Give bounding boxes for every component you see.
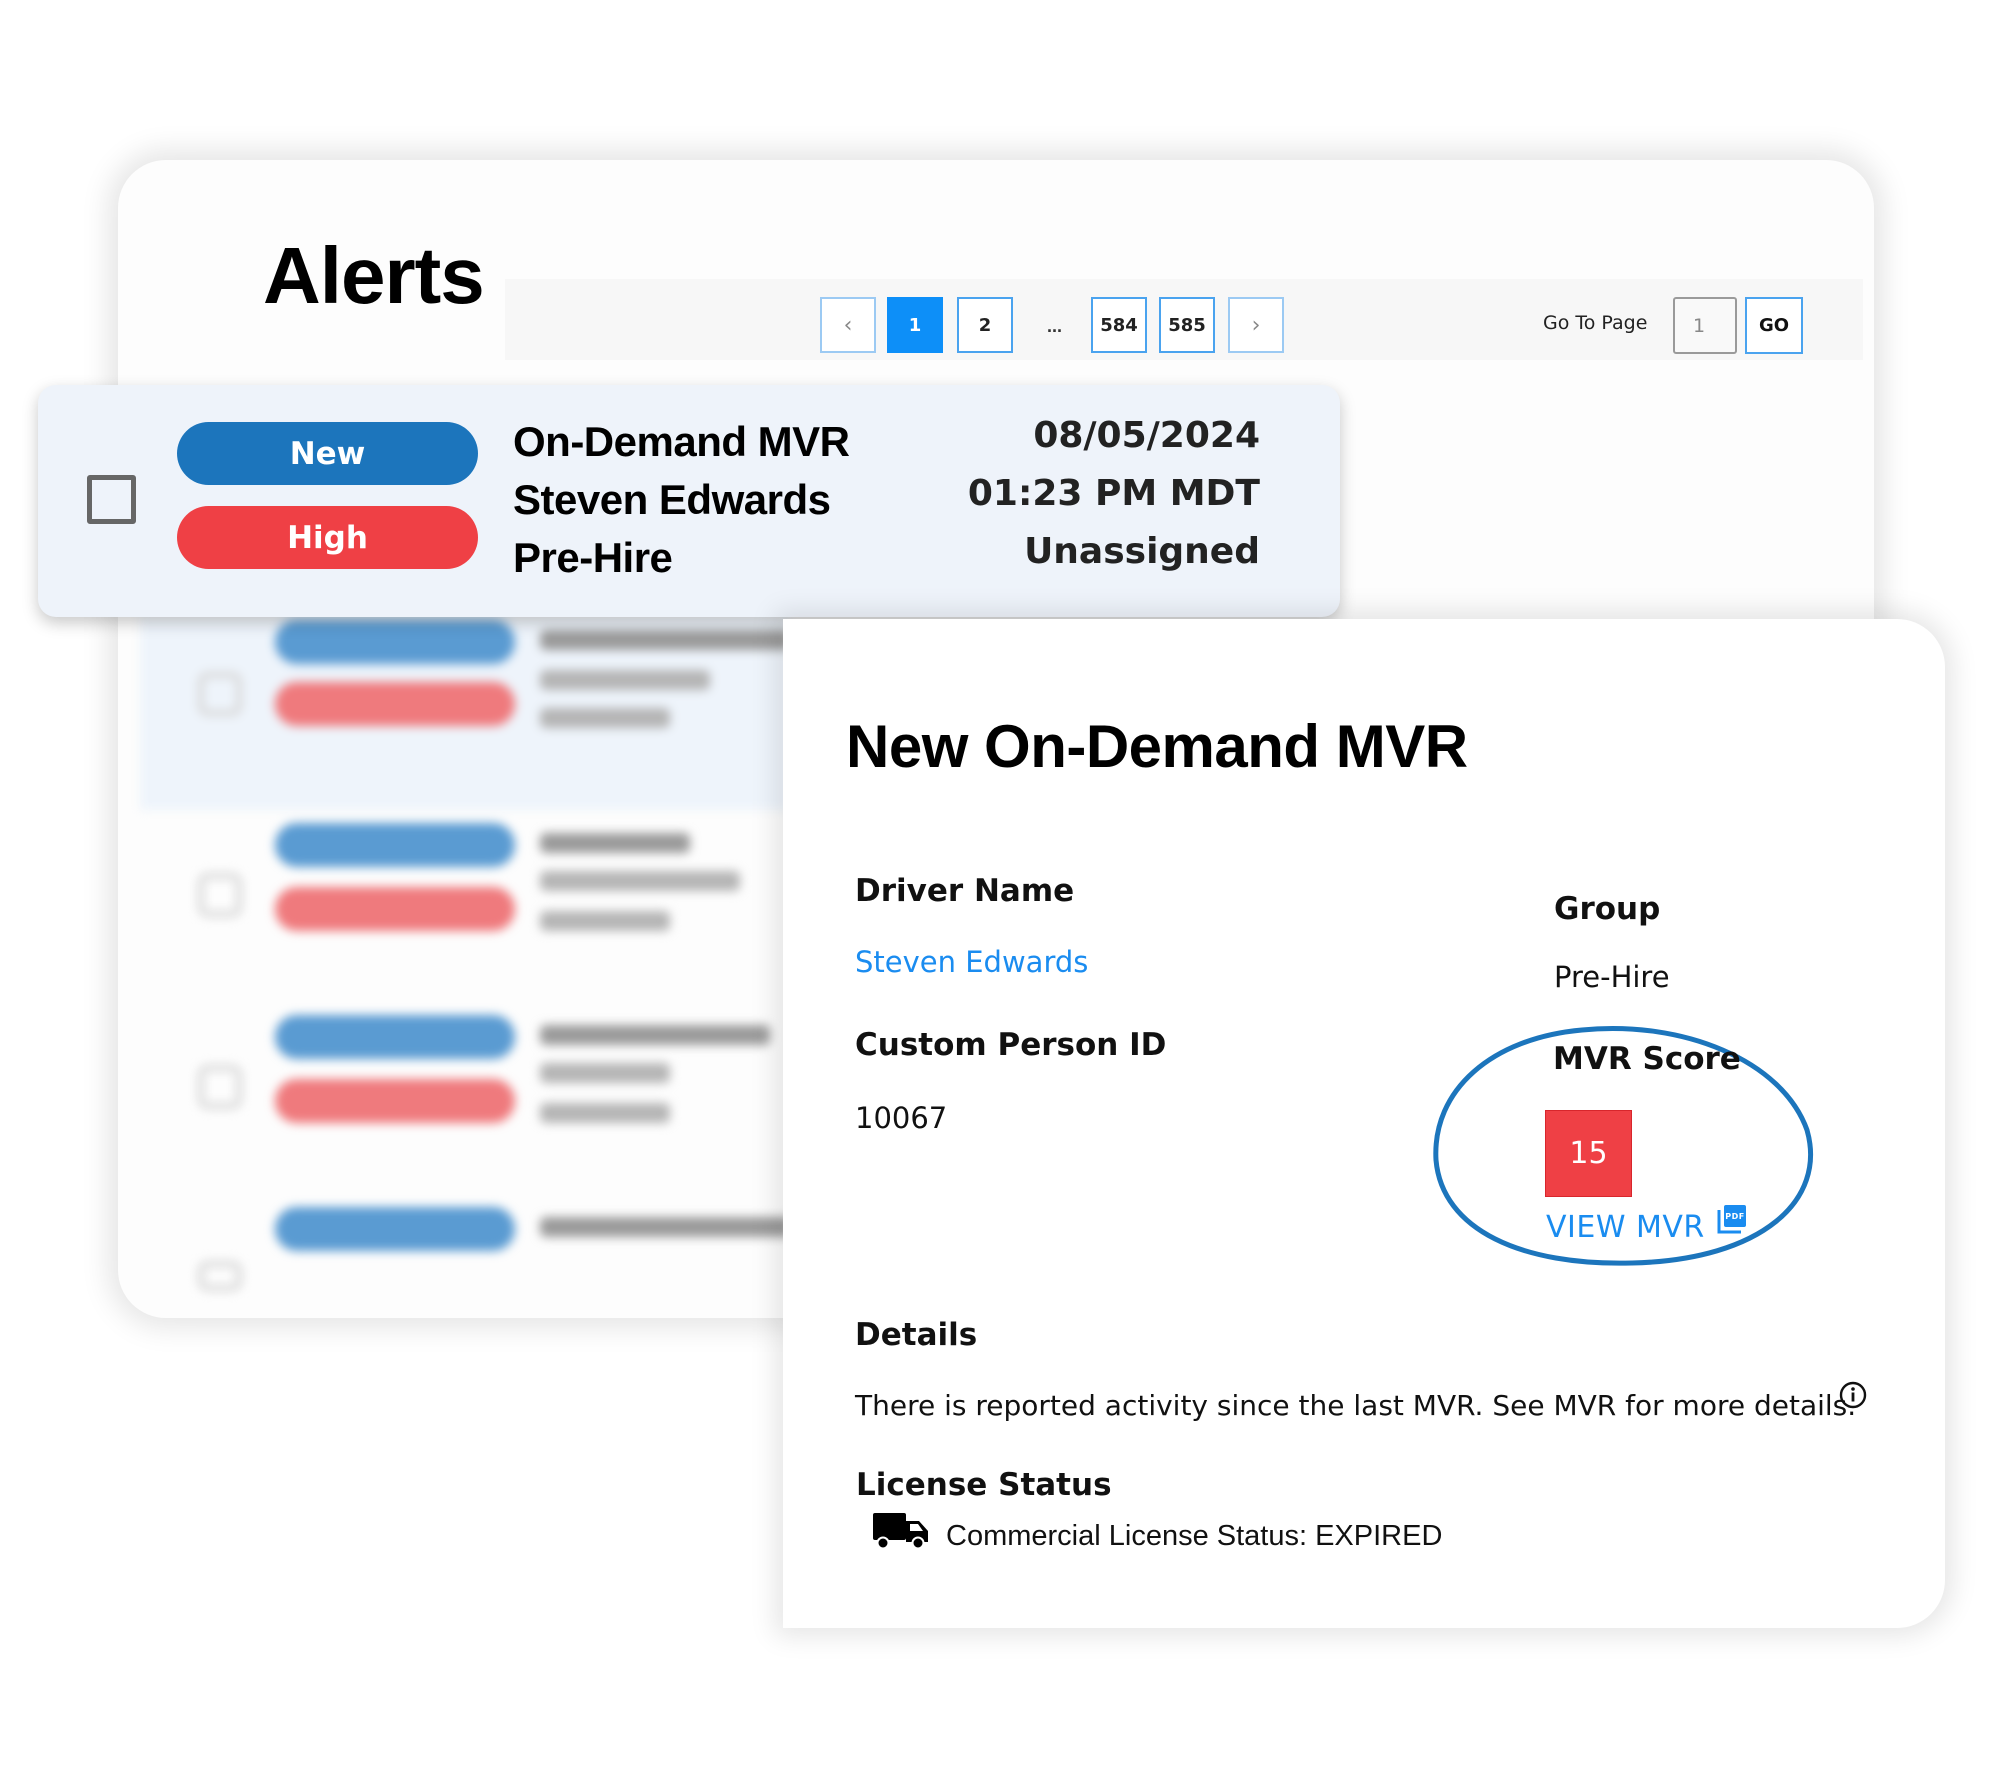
license-status-text: Commercial License Status: EXPIRED <box>946 1520 1443 1552</box>
text-line <box>540 1217 790 1237</box>
alert-time: 01:23 PM MDT <box>967 473 1260 514</box>
view-mvr-link[interactable]: VIEW MVR PDF <box>1546 1205 1747 1245</box>
checkbox[interactable] <box>198 1261 242 1291</box>
list-item[interactable] <box>140 1007 790 1207</box>
info-icon[interactable] <box>1839 1381 1867 1409</box>
status-badge <box>275 823 515 867</box>
view-mvr-label: VIEW MVR <box>1546 1210 1705 1245</box>
pdf-icon: PDF <box>1717 1205 1746 1234</box>
priority-badge <box>275 887 515 931</box>
group-value: Pre-Hire <box>1554 960 1670 994</box>
status-badge: New <box>177 422 478 485</box>
page-button-585[interactable]: 585 <box>1159 297 1215 353</box>
priority-badge <box>275 682 515 726</box>
text-line <box>540 911 670 931</box>
checkbox[interactable] <box>198 672 242 716</box>
license-status-label: License Status <box>856 1467 1112 1503</box>
mvr-score-badge: 15 <box>1545 1110 1632 1197</box>
text-line <box>540 670 710 690</box>
go-to-page-input[interactable] <box>1673 297 1737 354</box>
status-badge <box>275 620 515 664</box>
alert-date: 08/05/2024 <box>1033 415 1260 456</box>
text-line <box>540 1025 770 1045</box>
list-item[interactable] <box>140 615 790 810</box>
text-line <box>540 708 670 728</box>
row-checkbox[interactable] <box>87 475 136 524</box>
pdf-icon-label: PDF <box>1725 1212 1744 1221</box>
chevron-right-icon: › <box>1251 312 1261 338</box>
text-line <box>540 1103 670 1123</box>
checkbox[interactable] <box>198 1065 242 1109</box>
list-item[interactable] <box>140 1199 790 1315</box>
list-item[interactable] <box>140 815 790 1015</box>
details-label: Details <box>855 1317 978 1353</box>
priority-badge <box>275 1079 515 1123</box>
alert-assignee: Unassigned <box>1024 531 1260 572</box>
group-label: Group <box>1554 891 1661 927</box>
text-line <box>540 630 790 650</box>
driver-name-label: Driver Name <box>855 873 1075 909</box>
text-line <box>540 1063 670 1083</box>
alert-type: On-Demand MVR <box>513 418 850 465</box>
alert-driver: Steven Edwards <box>513 476 831 523</box>
page-button-1[interactable]: 1 <box>887 297 943 353</box>
chevron-left-icon: ‹ <box>843 312 853 338</box>
status-badge <box>275 1015 515 1059</box>
go-to-page-label: Go To Page <box>1543 312 1648 334</box>
prev-page-button[interactable]: ‹ <box>820 297 876 353</box>
page-title: Alerts <box>263 231 485 320</box>
go-button[interactable]: GO <box>1745 297 1803 354</box>
detail-title: New On-Demand MVR <box>846 713 1468 780</box>
next-page-button[interactable]: › <box>1228 297 1284 353</box>
alert-group: Pre-Hire <box>513 534 673 581</box>
status-badge <box>275 1207 515 1251</box>
blurred-alert-list <box>140 615 790 1315</box>
page-button-2[interactable]: 2 <box>957 297 1013 353</box>
priority-badge: High <box>177 506 478 569</box>
custom-person-id-value: 10067 <box>855 1101 948 1135</box>
text-line <box>540 871 740 891</box>
details-text: There is reported activity since the las… <box>855 1389 1857 1422</box>
text-line <box>540 833 690 853</box>
truck-icon <box>873 1513 928 1549</box>
mvr-score-label: MVR Score <box>1553 1041 1741 1077</box>
pagination-ellipsis: ... <box>1047 316 1063 336</box>
page-button-584[interactable]: 584 <box>1091 297 1147 353</box>
custom-person-id-label: Custom Person ID <box>855 1027 1167 1063</box>
driver-name-link[interactable]: Steven Edwards <box>855 948 1088 977</box>
checkbox[interactable] <box>198 873 242 917</box>
